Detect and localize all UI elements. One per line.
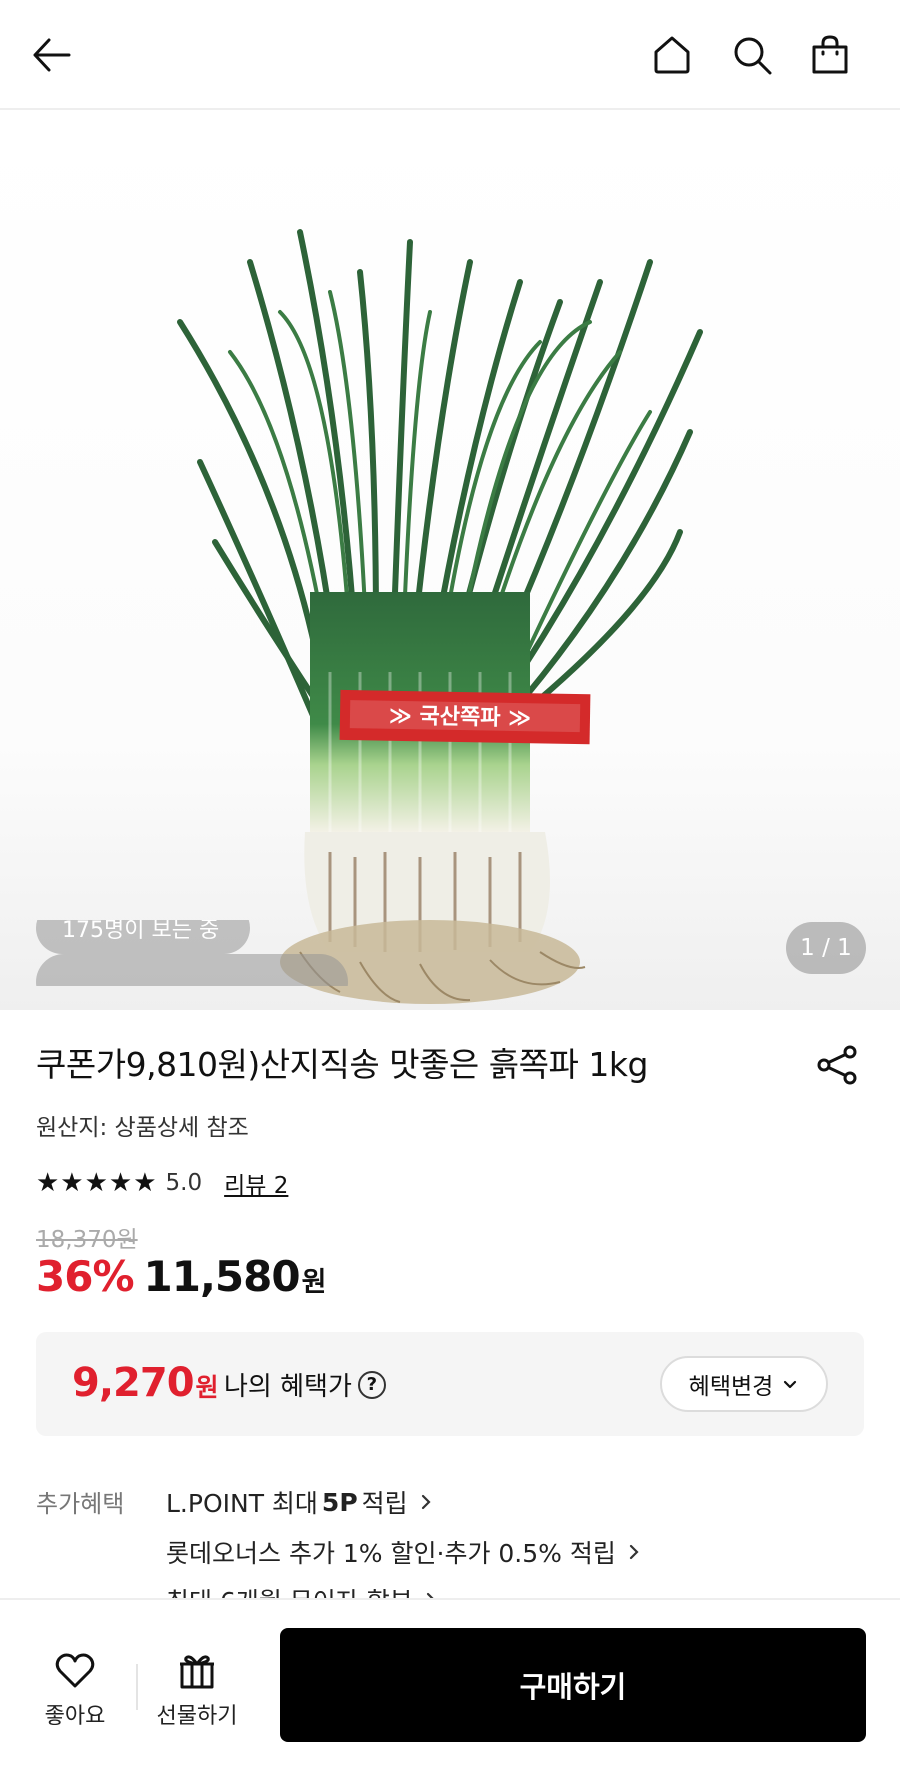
review-link[interactable]: 리뷰 2 [224,1166,288,1200]
search-button[interactable] [722,25,782,85]
sale-price: 11,580 [143,1252,301,1301]
gift-button[interactable]: 선물하기 [142,1648,252,1730]
chevron-right-icon [629,1544,639,1560]
benefit-text: 롯데오너스 추가 1% 할인·추가 0.5% 적립 [166,1539,616,1568]
back-arrow-icon [33,38,71,72]
gift-icon [180,1655,214,1689]
chevron-down-icon [784,1380,797,1389]
back-button[interactable] [22,25,82,85]
star-rating-icon: ★★★★★ [36,1168,158,1198]
shopping-bag-button[interactable] [800,25,860,85]
benefit-bold-text: 5P [321,1487,358,1517]
benefit-price: 9,270원 [72,1360,219,1406]
top-header [0,0,900,110]
home-icon [654,36,690,74]
change-benefit-label: 혜택변경 [688,1374,774,1400]
extra-benefit-label: 추가혜택 [36,1490,125,1518]
extra-benefit-item[interactable]: L.POINT 최대 5P 적립 [166,1484,434,1520]
price-row: 36% 11,580 원 [36,1252,326,1301]
like-button[interactable]: 좋아요 [20,1648,130,1730]
benefit-price-value: 9,270 [72,1360,195,1406]
green-onion-bundle-image: ≫ 국산쪽파 ≫ [177,229,703,1004]
share-button[interactable] [814,1042,860,1088]
buy-button[interactable]: 구매하기 [280,1628,866,1742]
origin-text: 원산지: 상품상세 참조 [36,1115,249,1141]
rating-row: ★★★★★ 5.0 리뷰 2 [36,1166,288,1200]
home-button[interactable] [642,25,702,85]
divider [136,1664,138,1710]
product-title: 쿠폰가9,810원)산지직송 맛좋은 흙쪽파 1kg [36,1045,648,1084]
benefit-label-text: 나의 혜택가 [224,1372,352,1402]
rating-score: 5.0 [165,1170,203,1196]
bottom-action-bar: 좋아요 선물하기 구매하기 [0,1598,900,1767]
benefit-text-suffix: 적립 [361,1489,408,1518]
help-icon[interactable]: ? [357,1370,386,1399]
change-benefit-button[interactable]: 혜택변경 [660,1356,828,1412]
share-icon [817,1045,857,1085]
discount-rate: 36% [36,1252,135,1301]
benefit-text: L.POINT 최대 [166,1489,318,1518]
like-label: 좋아요 [44,1704,106,1729]
benefit-label: 나의 혜택가 ? [224,1366,386,1403]
benefit-price-unit: 원 [195,1373,219,1402]
price-unit: 원 [301,1267,327,1298]
search-icon [734,37,772,75]
heart-icon [55,1653,95,1688]
chevron-right-icon [421,1494,431,1510]
image-counter: 1 / 1 [786,922,866,974]
gift-label: 선물하기 [156,1704,238,1729]
benefit-price-box: 9,270원 나의 혜택가 ? 혜택변경 [36,1332,864,1436]
extra-benefit-item[interactable]: 롯데오너스 추가 1% 할인·추가 0.5% 적립 [166,1534,642,1570]
svg-text:≫ 국산쪽파 ≫: ≫ 국산쪽파 ≫ [389,704,532,731]
shopping-bag-icon [812,35,848,74]
product-image-carousel[interactable]: ≫ 국산쪽파 ≫ 175명이 보는 중 1 / 1 [0,112,900,1010]
original-price: 18,370원 [36,1227,138,1253]
